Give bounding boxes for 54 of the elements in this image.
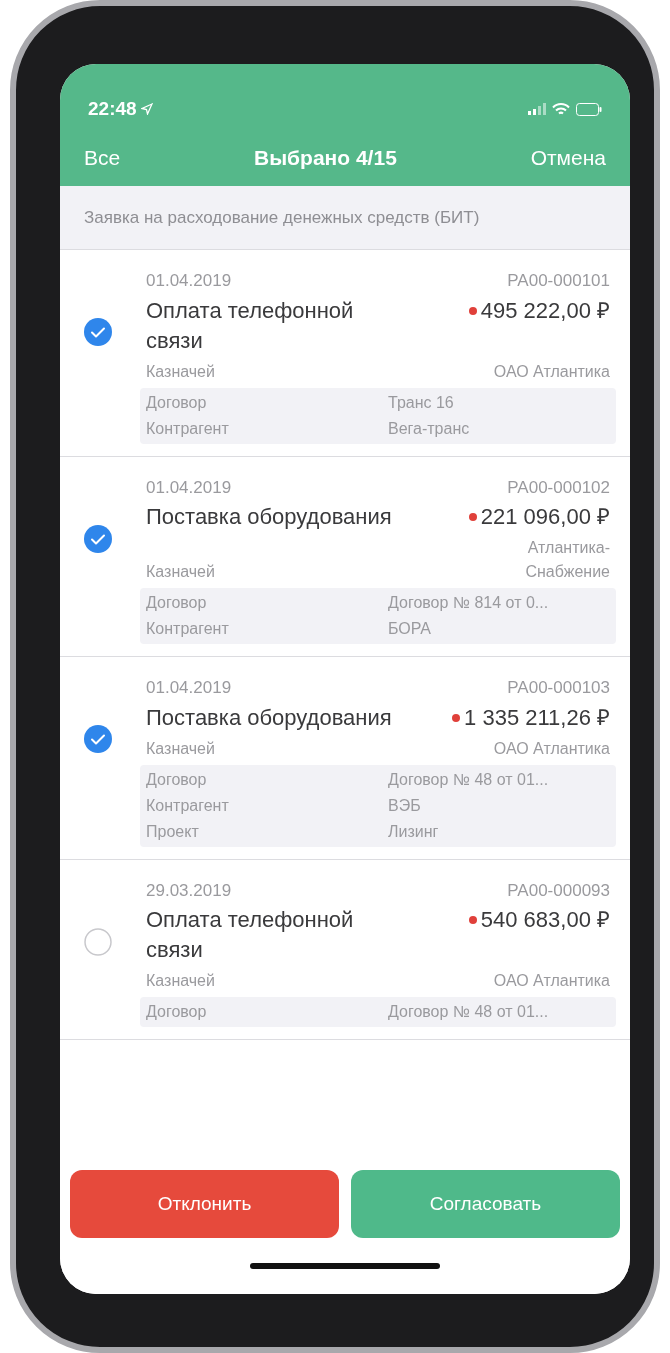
field-value: Атлантика-Снабжение (524, 538, 610, 582)
approve-button[interactable]: Согласовать (351, 1170, 620, 1238)
field-value: Лизинг (388, 821, 439, 842)
checked-circle-icon[interactable] (84, 524, 112, 553)
amount-text: 221 096,00 ₽ (480, 503, 610, 531)
field-value: ОАО Атлантика (492, 738, 610, 759)
select-all-button[interactable]: Все (84, 142, 121, 174)
checked-circle-icon[interactable] (84, 725, 112, 753)
field-label: Казначей (146, 562, 215, 582)
amount-text: 495 222,00 ₽ (480, 296, 610, 325)
field-label: Казначей (146, 971, 215, 991)
date-text: 01.04.2019 (146, 270, 232, 292)
field-value: ОАО Атлантика (492, 361, 610, 382)
amount-text: 540 683,00 ₽ (480, 906, 610, 934)
date-text: 29.03.2019 (146, 879, 232, 902)
item-title: Оплата телефонной связи (146, 296, 355, 355)
field-label: Контрагент (146, 418, 230, 439)
field-label: Договор (146, 1002, 208, 1022)
reject-button[interactable]: Отклонить (70, 1170, 339, 1238)
field-label: Договор (146, 392, 208, 413)
document-type-text: Заявка на расходование денежных средств (БИТ) (84, 206, 480, 229)
field-value: БОРА (388, 619, 432, 639)
status-time: 22:48 (88, 96, 137, 121)
field-label: Договор (146, 769, 208, 790)
item-title: Оплата телефонной связи (146, 906, 355, 964)
field-value: Договор № 48 от 01... (388, 1002, 549, 1022)
signal-icon (528, 103, 546, 115)
location-arrow-icon (140, 103, 153, 115)
field-label: Казначей (146, 738, 215, 759)
field-value: Договор № 814 от 0... (388, 593, 549, 613)
field-value: Договор № 48 от 01... (388, 769, 549, 790)
date-text: 01.04.2019 (146, 677, 232, 699)
wifi-icon (552, 102, 570, 116)
field-label: Казначей (146, 361, 215, 382)
nav-title: Выбрано 4/15 (254, 145, 397, 172)
field-value: Вега-транс (388, 418, 470, 439)
item-title: Поставка оборудования (146, 503, 393, 531)
document-number: PA00-000093 (507, 879, 610, 902)
field-value: ВЭБ (388, 795, 421, 816)
checked-circle-icon[interactable] (84, 318, 112, 346)
document-number: PA00-000103 (507, 677, 610, 699)
date-text: 01.04.2019 (146, 476, 232, 499)
field-value: Транс 16 (388, 392, 454, 413)
field-label: Проект (146, 821, 200, 842)
field-label: Контрагент (146, 795, 230, 816)
field-label: Контрагент (146, 619, 230, 639)
cancel-button[interactable]: Отмена (530, 142, 606, 174)
field-label: Договор (146, 593, 208, 613)
amount-text: 1 335 211,26 ₽ (464, 703, 610, 732)
document-number: PA00-000102 (507, 476, 610, 499)
battery-icon (576, 102, 602, 116)
item-title: Поставка оборудования (146, 703, 393, 732)
document-number: PA00-000101 (507, 270, 610, 292)
field-value: ОАО Атлантика (492, 971, 610, 991)
